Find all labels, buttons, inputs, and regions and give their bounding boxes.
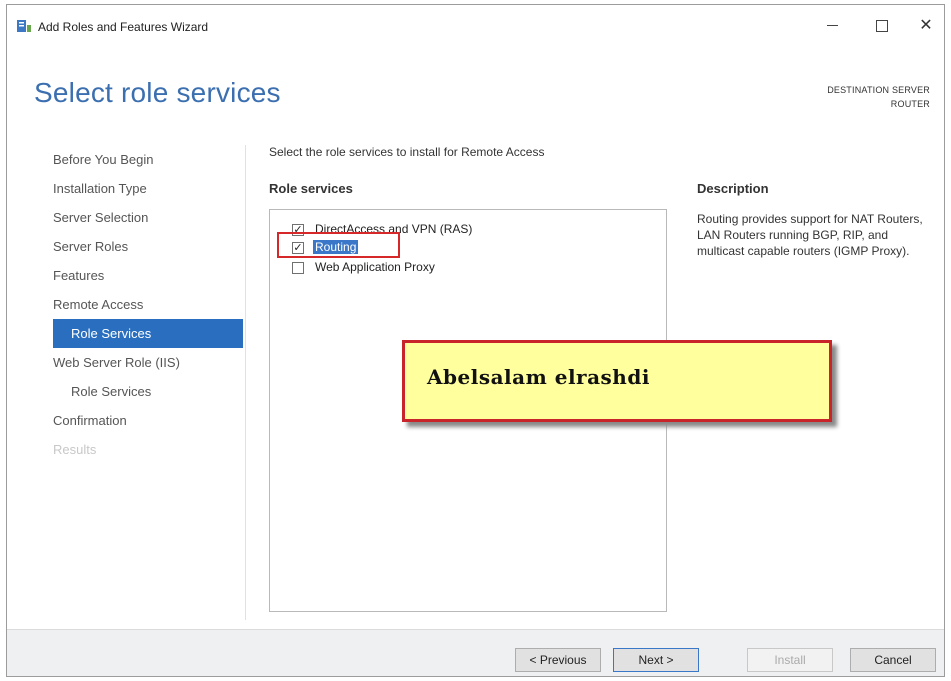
close-icon: ✕: [919, 17, 933, 34]
nav-item-iis-role-services[interactable]: Role Services: [53, 377, 243, 406]
author-banner: Abelsalam elrashdi: [402, 340, 832, 422]
close-button[interactable]: ✕: [906, 13, 944, 39]
previous-button[interactable]: < Previous: [515, 648, 601, 672]
nav-item-installation-type[interactable]: Installation Type: [53, 174, 243, 203]
maximize-button[interactable]: [862, 13, 902, 39]
checkbox-unchecked[interactable]: [292, 262, 304, 274]
wizard-nav: Before You Begin Installation Type Serve…: [53, 145, 243, 464]
role-services-heading: Role services: [269, 181, 353, 196]
wizard-window: Add Roles and Features Wizard ✕ Select r…: [6, 4, 945, 677]
nav-item-before-you-begin[interactable]: Before You Begin: [53, 145, 243, 174]
description-text: Routing provides support for NAT Routers…: [697, 212, 923, 258]
install-button: Install: [747, 648, 833, 672]
nav-item-features[interactable]: Features: [53, 261, 243, 290]
page-title: Select role services: [34, 77, 281, 108]
nav-item-server-selection[interactable]: Server Selection: [53, 203, 243, 232]
nav-item-role-services-active[interactable]: Role Services: [53, 319, 243, 348]
nav-divider: [245, 145, 246, 620]
minimize-icon: [826, 25, 838, 27]
routing-highlight-box: [277, 232, 400, 258]
nav-item-results: Results: [53, 442, 97, 457]
instruction-text: Select the role services to install for …: [269, 145, 545, 159]
next-button[interactable]: Next >: [613, 648, 699, 672]
destination-label: DESTINATION SERVER: [827, 85, 930, 95]
window-title: Add Roles and Features Wizard: [38, 20, 209, 34]
destination-value: ROUTER: [890, 99, 930, 109]
minimize-button[interactable]: [812, 13, 852, 39]
cancel-button[interactable]: Cancel: [850, 648, 936, 672]
wizard-footer: < Previous Next > Install Cancel: [7, 629, 944, 676]
maximize-icon: [876, 19, 888, 32]
nav-item-web-server-role[interactable]: Web Server Role (IIS): [53, 348, 243, 377]
description-heading: Description: [697, 181, 769, 196]
destination-server: DESTINATION SERVER ROUTER: [827, 83, 930, 111]
role-service-label: Web Application Proxy: [315, 260, 435, 274]
title-bar: Add Roles and Features Wizard ✕: [7, 5, 944, 45]
nav-item-confirmation[interactable]: Confirmation: [53, 406, 243, 435]
nav-item-server-roles[interactable]: Server Roles: [53, 232, 243, 261]
server-manager-icon: [17, 20, 31, 32]
nav-item-remote-access[interactable]: Remote Access: [53, 290, 243, 319]
author-banner-text: Abelsalam elrashdi: [427, 365, 650, 389]
